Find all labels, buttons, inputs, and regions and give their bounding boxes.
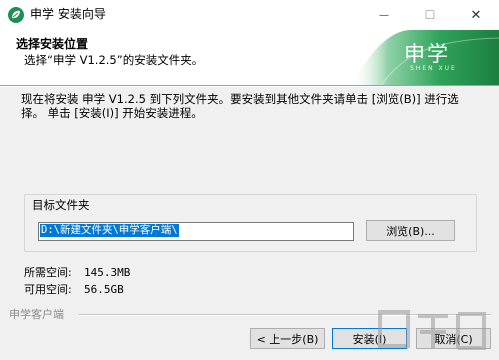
back-button[interactable]: < 上一步(B) xyxy=(250,328,325,349)
required-space-label: 所需空间: xyxy=(24,266,72,279)
available-space-label: 可用空间: xyxy=(24,283,72,296)
page-subtitle: 选择“申学 V1.2.5”的安装文件夹。 xyxy=(24,53,204,67)
app-leaf-icon xyxy=(8,7,24,23)
watermark-logo xyxy=(378,310,486,350)
brand-name: 申学 xyxy=(404,42,450,66)
maximize-button[interactable]: ☐ xyxy=(407,0,453,30)
page-title: 选择安装位置 xyxy=(16,37,89,51)
back-button-label: < 上一步(B) xyxy=(256,332,319,346)
window-title: 申学 安装向导 xyxy=(30,7,106,21)
install-path-value: D:\新建文件夹\申学客户端\ xyxy=(40,224,179,237)
close-icon: ✕ xyxy=(470,7,482,23)
target-folder-label: 目标文件夹 xyxy=(30,198,92,212)
maximize-icon: ☐ xyxy=(424,8,436,22)
required-space-value: 145.3MB xyxy=(84,266,131,279)
browse-button[interactable]: 浏览(B)... xyxy=(366,220,455,241)
available-space-value: 56.5GB xyxy=(84,283,124,296)
install-description: 现在将安装 申学 V1.2.5 到下列文件夹。要安装到其他文件夹请单击 [浏览(… xyxy=(21,92,459,120)
minimize-icon: — xyxy=(379,9,389,21)
brand-subtitle: SHEN XUE xyxy=(410,65,457,72)
minimize-button[interactable]: — xyxy=(361,0,407,30)
browse-button-label: 浏览(B)... xyxy=(386,224,435,238)
footer-brand: 申学客户端 xyxy=(9,308,64,321)
close-button[interactable]: ✕ xyxy=(453,0,499,30)
header-divider-highlight xyxy=(0,86,499,87)
